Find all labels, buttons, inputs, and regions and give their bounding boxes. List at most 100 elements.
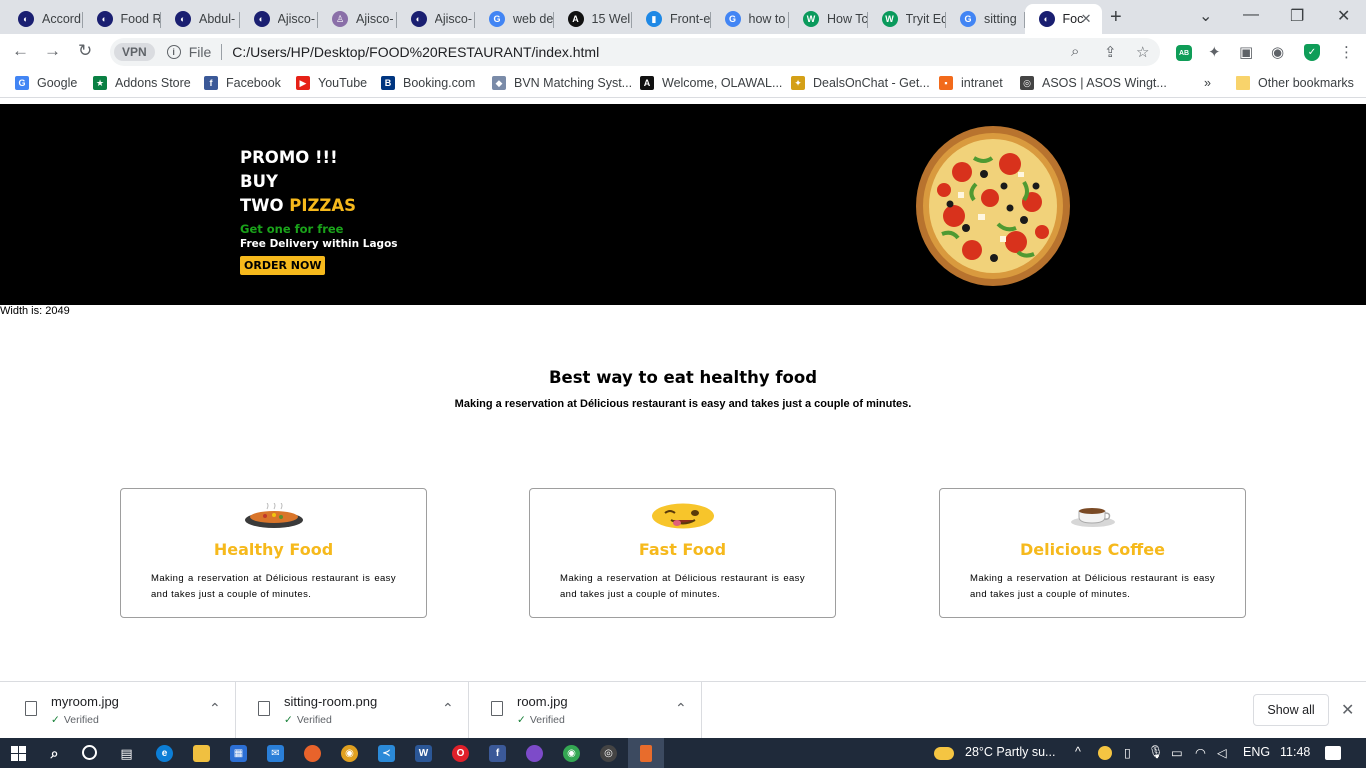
bookmarks-overflow-icon[interactable]: » xyxy=(1204,76,1211,90)
order-now-button[interactable]: ORDER NOW xyxy=(240,256,326,275)
download-item[interactable]: room.jpg ✓ Verified ⌃ xyxy=(469,682,702,738)
tab-favicon-icon: ◐ xyxy=(18,11,34,27)
tab[interactable]: ◐ Accord xyxy=(4,4,83,34)
download-item[interactable]: sitting-room.png ✓ Verified ⌃ xyxy=(236,682,469,738)
browser-menu-icon[interactable]: ⋮ xyxy=(1339,43,1354,61)
address-bar[interactable]: VPN i File C:/Users/HP/Desktop/FOOD%20RE… xyxy=(110,38,1160,66)
tab[interactable]: W How Tc xyxy=(789,4,868,34)
weather-text[interactable]: 28°C Partly su... xyxy=(965,745,1055,759)
notifications-icon[interactable] xyxy=(1325,746,1341,760)
tray-expand-icon[interactable]: ^ xyxy=(1075,745,1081,759)
share-icon[interactable]: ⇪ xyxy=(1104,43,1117,61)
window-close-icon[interactable]: ✕ xyxy=(1337,6,1350,26)
opera-icon[interactable]: O xyxy=(452,745,469,762)
chrome-profile-icon[interactable]: ◉ xyxy=(563,745,580,762)
bookmark-item[interactable]: ★ Addons Store xyxy=(93,76,191,90)
url-divider xyxy=(221,44,223,60)
bookmark-item[interactable]: B Booking.com xyxy=(381,76,475,90)
tab[interactable]: ♙ Ajisco- xyxy=(318,4,397,34)
bookmark-item[interactable]: A Welcome, OLAWAL... xyxy=(640,76,782,90)
back-icon[interactable]: ← xyxy=(12,41,29,61)
tab-title: sitting xyxy=(984,12,1017,26)
other-bookmarks-folder[interactable]: Other bookmarks xyxy=(1236,76,1354,90)
file-explorer-icon[interactable] xyxy=(193,745,210,762)
tab[interactable]: A 15 Wel xyxy=(554,4,632,34)
chrome-icon[interactable]: ◉ xyxy=(341,745,358,762)
extensions-puzzle-icon[interactable]: ✦ xyxy=(1208,43,1221,61)
tab[interactable]: ◐ Food R xyxy=(83,4,161,34)
new-tab-button[interactable]: + xyxy=(1110,6,1122,29)
width-debug-text: Width is: 2049 xyxy=(0,305,70,317)
chevron-up-icon[interactable]: ⌃ xyxy=(442,700,454,717)
bookmark-favicon-icon: B xyxy=(381,76,395,90)
close-downloads-icon[interactable]: ✕ xyxy=(1341,700,1354,720)
firefox-icon[interactable] xyxy=(304,745,321,762)
download-item[interactable]: myroom.jpg ✓ Verified ⌃ xyxy=(3,682,236,738)
file-icon xyxy=(491,701,503,716)
bookmark-label: BVN Matching Syst... xyxy=(514,76,633,90)
tab-close-icon[interactable]: ✕ xyxy=(1081,11,1092,27)
bookmark-item[interactable]: G Google xyxy=(15,76,77,90)
vscode-icon[interactable]: ≺ xyxy=(378,745,395,762)
store-icon[interactable]: ▦ xyxy=(230,745,247,762)
reload-icon[interactable]: ↻ xyxy=(78,41,92,61)
microphone-icon[interactable]: 🎙 xyxy=(1148,745,1164,760)
chevron-up-icon[interactable]: ⌃ xyxy=(675,700,687,717)
mail-icon[interactable]: ✉ xyxy=(267,745,284,762)
side-panel-icon[interactable]: ▣ xyxy=(1239,43,1253,61)
clock-time[interactable]: 11:48 xyxy=(1280,745,1310,759)
tab[interactable]: ◐ Ajisco- xyxy=(240,4,318,34)
bookmark-item[interactable]: ▶ YouTube xyxy=(296,76,367,90)
bookmark-star-icon[interactable]: ☆ xyxy=(1136,43,1149,61)
tab-active[interactable]: ◐ Foc ✕ xyxy=(1024,4,1102,34)
battery-icon[interactable]: ▭ xyxy=(1171,745,1183,760)
vpn-badge[interactable]: VPN xyxy=(114,43,155,61)
active-app-icon xyxy=(640,745,652,762)
task-view-icon[interactable]: ▤ xyxy=(118,745,135,762)
wifi-icon[interactable]: ◠ xyxy=(1195,745,1206,760)
tray-app-icon[interactable] xyxy=(1098,746,1112,760)
bookmark-item[interactable]: ✦ DealsOnChat - Get... xyxy=(791,76,930,90)
bookmark-item[interactable]: ▪ intranet xyxy=(939,76,1003,90)
download-status: ✓ Verified xyxy=(51,714,99,726)
cortana-icon[interactable] xyxy=(82,745,97,760)
tab[interactable]: Gweb de xyxy=(475,4,554,34)
profile-icon[interactable]: ◉ xyxy=(1271,43,1284,61)
chevron-up-icon[interactable]: ⌃ xyxy=(209,700,221,717)
search-icon[interactable]: ⌕ xyxy=(46,745,63,762)
adblock-extension-icon[interactable]: AB xyxy=(1176,45,1192,61)
media-player-icon[interactable]: ◎ xyxy=(600,745,617,762)
tab[interactable]: ▮ Front-e xyxy=(632,4,711,34)
tab[interactable]: Gsitting xyxy=(946,4,1025,34)
volume-icon[interactable]: ◁ xyxy=(1217,745,1227,760)
tray-device-icon[interactable]: ▯ xyxy=(1124,745,1131,760)
minimize-icon[interactable]: — xyxy=(1243,6,1259,24)
bookmark-item[interactable]: ◎ ASOS | ASOS Wingt... xyxy=(1020,76,1167,90)
active-app-highlight[interactable] xyxy=(628,738,664,768)
url-text[interactable]: C:/Users/HP/Desktop/FOOD%20RESTAURANT/in… xyxy=(232,44,599,60)
tor-browser-icon[interactable] xyxy=(526,745,543,762)
tab[interactable]: ◐ Abdul- xyxy=(161,4,240,34)
tab[interactable]: Ghow to xyxy=(711,4,789,34)
weather-icon[interactable] xyxy=(934,747,954,760)
zoom-icon[interactable]: ⌕ xyxy=(1071,43,1079,60)
windows-start-icon[interactable] xyxy=(11,746,26,761)
bookmark-favicon-icon: G xyxy=(15,76,29,90)
tab[interactable]: W Tryit Ed xyxy=(868,4,946,34)
restore-icon[interactable]: ❐ xyxy=(1290,6,1304,26)
bookmark-item[interactable]: f Facebook xyxy=(204,76,281,90)
forward-icon[interactable]: → xyxy=(44,41,61,61)
bookmark-label: Google xyxy=(37,76,78,90)
bookmark-item[interactable]: ◆ BVN Matching Syst... xyxy=(492,76,632,90)
tab-title: Tryit Ed xyxy=(905,12,946,26)
site-info-icon[interactable]: i xyxy=(166,45,181,59)
tab-search-chevron-icon[interactable]: ⌄ xyxy=(1199,6,1212,26)
show-all-button[interactable]: Show all xyxy=(1253,694,1329,726)
tab[interactable]: ◐ Ajisco- xyxy=(397,4,475,34)
edge-icon[interactable]: e xyxy=(156,745,173,762)
facebook-app-icon[interactable]: f xyxy=(489,745,506,762)
security-shield-icon[interactable]: ✓ xyxy=(1304,44,1320,61)
download-status-text: Verified xyxy=(63,714,99,726)
word-icon[interactable]: W xyxy=(415,745,432,762)
language-indicator[interactable]: ENG xyxy=(1243,745,1270,759)
